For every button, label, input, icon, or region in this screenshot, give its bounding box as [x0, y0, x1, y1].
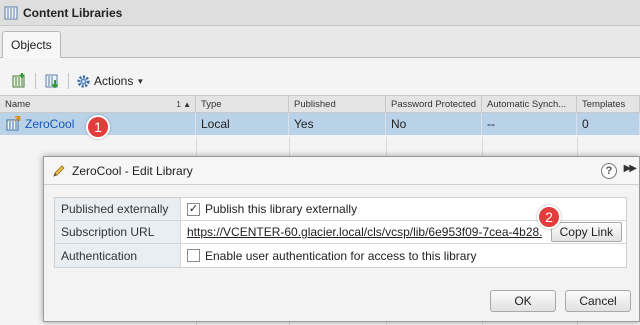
chevron-down-icon: ▼	[136, 76, 145, 86]
content-library-icon	[6, 116, 21, 131]
authentication-label: Authentication	[55, 244, 181, 267]
pencil-icon	[53, 164, 65, 177]
enable-authentication-checkbox[interactable]	[187, 249, 200, 262]
subscription-url-label: Subscription URL	[55, 221, 181, 243]
cell-password-protected: No	[386, 113, 482, 135]
authentication-value: Enable user authentication for access to…	[181, 244, 626, 267]
column-header-published[interactable]: Published	[289, 96, 386, 112]
dialog-title: ZeroCool - Edit Library	[72, 163, 193, 178]
import-icon[interactable]	[43, 72, 61, 90]
help-icon[interactable]: ?	[601, 163, 617, 179]
content-library-icon	[4, 6, 18, 19]
new-library-icon[interactable]	[10, 72, 28, 90]
cell-type: Local	[196, 113, 289, 135]
published-externally-label: Published externally	[55, 198, 181, 220]
edit-library-dialog: ZeroCool - Edit Library ? ▶▶ Published e…	[43, 156, 640, 322]
form-row-authentication: Authentication Enable user authenticatio…	[55, 244, 626, 267]
sort-ascending-icon: 1 ▲	[176, 99, 191, 109]
cancel-button[interactable]: Cancel	[565, 290, 631, 312]
window-title: Content Libraries	[23, 5, 123, 20]
callout-badge-1: 1	[86, 115, 110, 139]
column-header-type[interactable]: Type	[196, 96, 289, 112]
callout-badge-2: 2	[537, 205, 561, 229]
cell-automatic-sync: --	[482, 113, 577, 135]
actions-label: Actions	[94, 74, 134, 88]
ok-button[interactable]: OK	[490, 290, 556, 312]
table-header: Name 1 ▲ Type Published Password Protect…	[0, 95, 640, 113]
column-header-automatic-sync[interactable]: Automatic Synch...	[482, 96, 577, 112]
gear-icon	[77, 74, 90, 88]
expand-icon[interactable]: ▶▶	[624, 163, 637, 174]
toolbar: Actions ▼	[0, 68, 640, 94]
publish-externally-checkbox-label[interactable]: Publish this library externally	[205, 202, 357, 216]
enable-authentication-checkbox-label[interactable]: Enable user authentication for access to…	[205, 249, 476, 263]
tab-objects[interactable]: Objects	[2, 31, 61, 58]
tab-strip: Objects	[0, 26, 640, 58]
cell-templates: 0	[577, 113, 640, 135]
column-header-name[interactable]: Name 1 ▲	[0, 96, 196, 112]
column-header-password-protected[interactable]: Password Protected	[386, 96, 482, 112]
cell-published: Yes	[289, 113, 386, 135]
dialog-header: ZeroCool - Edit Library ? ▶▶	[44, 157, 639, 185]
subscription-url-link[interactable]: https://VCENTER-60.glacier.local/cls/vcs…	[187, 225, 542, 239]
actions-menu-button[interactable]: Actions ▼	[76, 74, 144, 89]
library-name-link[interactable]: ZeroCool	[25, 117, 74, 131]
dialog-footer: OK Cancel	[44, 284, 639, 321]
column-header-templates[interactable]: Templates	[577, 96, 640, 112]
publish-externally-checkbox[interactable]: ✓	[187, 202, 200, 216]
subscription-url-value: https://VCENTER-60.glacier.local/cls/vcs…	[181, 221, 626, 243]
toolbar-separator	[68, 73, 69, 89]
window-title-bar: Content Libraries	[0, 0, 640, 26]
toolbar-separator	[35, 73, 36, 89]
copy-link-button[interactable]: Copy Link	[550, 222, 622, 242]
